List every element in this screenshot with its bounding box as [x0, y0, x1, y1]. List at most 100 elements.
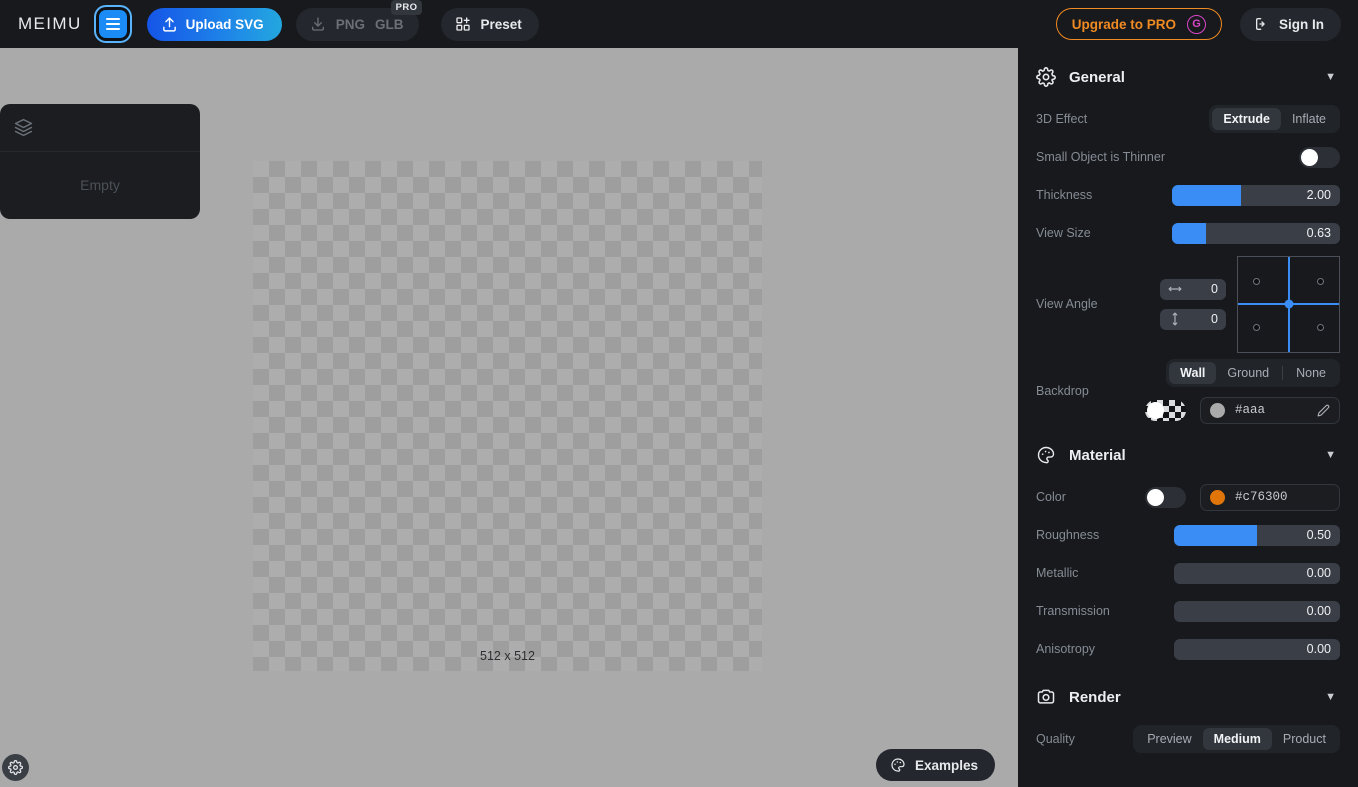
anisotropy-value: 0.00	[1306, 642, 1331, 656]
thickness-slider-fill	[1172, 184, 1241, 206]
quality-segmented-control[interactable]: Preview Medium Product	[1133, 725, 1340, 753]
view-angle-label: View Angle	[1036, 297, 1098, 311]
material-color-value: #c76300	[1235, 490, 1288, 504]
sign-in-button[interactable]: Sign In	[1240, 7, 1341, 41]
view-angle-pad[interactable]	[1237, 255, 1340, 353]
transmission-slider[interactable]: 0.00	[1174, 600, 1340, 622]
upgrade-to-pro-button[interactable]: Upgrade to PRO G	[1055, 8, 1222, 40]
view-angle-inputs: 0 0	[1160, 278, 1226, 330]
palette-icon	[890, 757, 906, 773]
row-3d-effect: 3D Effect Extrude Inflate	[1036, 100, 1340, 138]
small-object-thinner-toggle[interactable]	[1299, 146, 1340, 168]
view-angle-horizontal-value: 0	[1211, 282, 1218, 296]
backdrop-controls: Wall Ground None #aaa	[1145, 358, 1340, 424]
thickness-label: Thickness	[1036, 188, 1093, 202]
upload-svg-label: Upload SVG	[185, 16, 264, 32]
row-view-size: View Size 0.63	[1036, 214, 1340, 252]
arrows-vertical-icon	[1168, 312, 1182, 326]
gear-icon	[1036, 67, 1056, 87]
thickness-slider[interactable]: 2.00	[1172, 184, 1340, 206]
menu-toggle-button[interactable]	[98, 10, 127, 38]
render-section-title: Render	[1069, 688, 1121, 706]
backdrop-segmented-control[interactable]: Wall Ground None	[1166, 358, 1340, 387]
hamburger-icon-bar	[105, 18, 120, 20]
roughness-slider[interactable]: 0.50	[1174, 524, 1340, 546]
row-view-angle: View Angle 0 0	[1036, 252, 1340, 356]
segment-divider	[1282, 365, 1284, 380]
preset-button[interactable]: Preset	[441, 7, 539, 41]
gear-icon	[8, 760, 23, 775]
material-section-header[interactable]: Material ▼	[1036, 432, 1340, 478]
view-angle-preset-dot[interactable]	[1317, 323, 1324, 331]
anisotropy-label: Anisotropy	[1036, 642, 1096, 656]
3d-effect-option-inflate[interactable]: Inflate	[1281, 108, 1337, 130]
thickness-value: 2.00	[1306, 188, 1331, 202]
layers-icon[interactable]	[14, 118, 33, 137]
upload-svg-button[interactable]: Upload SVG	[146, 7, 282, 41]
view-angle-vertical-value: 0	[1211, 312, 1218, 326]
backdrop-option-wall[interactable]: Wall	[1169, 361, 1217, 384]
3d-effect-option-extrude[interactable]: Extrude	[1212, 108, 1281, 130]
render-section-header[interactable]: Render ▼	[1036, 674, 1340, 720]
material-color-toggle[interactable]	[1145, 486, 1186, 508]
view-angle-handle[interactable]	[1284, 299, 1293, 309]
view-angle-controls: 0 0	[1160, 255, 1340, 353]
backdrop-color-value: #aaa	[1235, 403, 1266, 417]
small-object-thinner-label: Small Object is Thinner	[1036, 150, 1165, 164]
artboard[interactable]: 512 x 512	[253, 161, 762, 671]
examples-button[interactable]: Examples	[875, 749, 995, 781]
quality-option-product[interactable]: Product	[1272, 728, 1337, 750]
3d-effect-label: 3D Effect	[1036, 112, 1088, 126]
toggle-knob	[1301, 148, 1318, 166]
export-png-label[interactable]: PNG	[336, 17, 365, 32]
row-material-color: Color #c76300	[1036, 478, 1340, 516]
chevron-down-icon[interactable]: ▼	[1325, 691, 1336, 703]
row-thickness: Thickness 2.00	[1036, 176, 1340, 214]
camera-icon	[1036, 687, 1056, 707]
quality-option-preview[interactable]: Preview	[1136, 728, 1202, 750]
view-angle-preset-dot[interactable]	[1253, 323, 1260, 331]
backdrop-option-none[interactable]: None	[1285, 362, 1337, 384]
chevron-down-icon[interactable]: ▼	[1325, 71, 1336, 83]
canvas-viewport[interactable]: 512 x 512 Empty Examples	[0, 48, 1018, 787]
toggle-knob	[1147, 488, 1164, 506]
view-angle-vertical-input[interactable]: 0	[1160, 308, 1226, 330]
canvas-settings-button[interactable]	[2, 754, 29, 781]
view-size-value: 0.63	[1306, 226, 1331, 240]
backdrop-option-ground[interactable]: Ground	[1216, 362, 1280, 384]
app-logo: MEIMU	[18, 14, 82, 33]
chevron-down-icon[interactable]: ▼	[1325, 449, 1336, 461]
view-angle-horizontal-input[interactable]: 0	[1160, 278, 1226, 300]
view-size-label: View Size	[1036, 226, 1091, 240]
quality-option-medium[interactable]: Medium	[1202, 728, 1272, 750]
material-section-title: Material	[1069, 446, 1126, 464]
transmission-label: Transmission	[1036, 604, 1110, 618]
roughness-value: 0.50	[1306, 528, 1331, 542]
g-circle-icon: G	[1187, 14, 1206, 34]
row-anisotropy: Anisotropy 0.00	[1036, 630, 1340, 668]
export-glb-label[interactable]: GLB	[375, 17, 404, 32]
app-root: MEIMU Upload SVG PNG GLB PRO Preset Upgr…	[0, 0, 1358, 787]
roughness-slider-fill	[1174, 524, 1257, 546]
sign-in-label: Sign In	[1279, 16, 1324, 32]
3d-effect-segmented-control[interactable]: Extrude Inflate	[1209, 105, 1340, 133]
view-angle-preset-dot[interactable]	[1317, 277, 1324, 285]
pencil-icon[interactable]	[1317, 404, 1330, 417]
row-roughness: Roughness 0.50	[1036, 516, 1340, 554]
upgrade-label: Upgrade to PRO	[1071, 16, 1176, 32]
anisotropy-slider[interactable]: 0.00	[1174, 638, 1340, 660]
export-button[interactable]: PNG GLB PRO	[295, 0, 423, 41]
row-quality: Quality Preview Medium Product	[1036, 720, 1340, 758]
backdrop-transparency-toggle[interactable]	[1145, 399, 1186, 421]
backdrop-color-field[interactable]: #aaa	[1200, 396, 1340, 424]
metallic-slider[interactable]: 0.00	[1174, 562, 1340, 584]
view-angle-preset-dot[interactable]	[1253, 277, 1260, 285]
row-transmission: Transmission 0.00	[1036, 592, 1340, 630]
material-color-field[interactable]: #c76300	[1200, 483, 1340, 511]
roughness-label: Roughness	[1036, 528, 1100, 542]
general-section-title: General	[1069, 68, 1125, 86]
general-section-header[interactable]: General ▼	[1036, 54, 1340, 100]
artboard-size-label: 512 x 512	[480, 649, 535, 663]
view-size-slider[interactable]: 0.63	[1172, 222, 1340, 244]
arrows-horizontal-icon	[1168, 282, 1182, 296]
